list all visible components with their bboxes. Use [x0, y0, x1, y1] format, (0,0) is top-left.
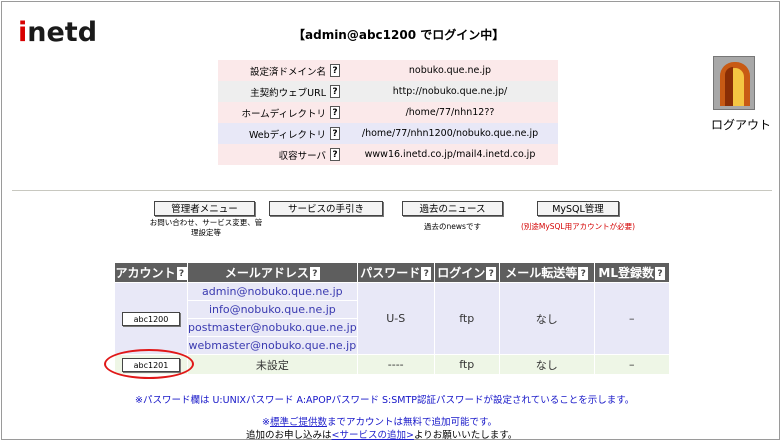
add-service-note: 追加のお申し込みは<サービスの追加>よりお願いいたします。 [246, 427, 517, 441]
password-cell: U-S [357, 283, 434, 354]
door-exit-icon[interactable] [713, 56, 755, 110]
mysql-button[interactable]: MySQL管理 [537, 201, 619, 216]
email-cell[interactable]: postmaster@nobuko.que.ne.jp [188, 319, 357, 336]
past-news-button[interactable]: 過去のニュース [402, 201, 503, 216]
info-value: nobuko.que.ne.jp [342, 60, 558, 81]
past-news-note: 過去のnewsです [424, 222, 481, 231]
header-account: アカウント? [115, 263, 187, 282]
info-value: /home/77/nhn1200/nobuko.que.ne.jp [342, 123, 558, 144]
ml-count-cell: – [594, 355, 669, 374]
help-icon[interactable]: ? [578, 267, 589, 280]
admin-menu-note-line2: 理設定等 [191, 228, 221, 237]
logo-rest: netd [27, 17, 98, 48]
email-cell[interactable]: info@nobuko.que.ne.jp [188, 301, 357, 318]
table-header-row: アカウント? メールアドレス? パスワード? ログイン? メール転送等? ML登… [115, 263, 669, 282]
info-label: ホームディレクトリ [218, 102, 328, 123]
email-cell: 未設定 [188, 355, 357, 374]
add-service-link[interactable]: <サービスの追加> [332, 430, 414, 441]
account-table: アカウント? メールアドレス? パスワード? ログイン? メール転送等? ML登… [114, 262, 670, 375]
forward-cell: なし [499, 355, 594, 374]
info-row-domain: 設定済ドメイン名 ? nobuko.que.ne.jp [218, 60, 558, 81]
info-label: 主契約ウェブURL [218, 81, 328, 102]
admin-menu-note: お問い合わせ、サービス変更、管 理設定等 [140, 218, 272, 238]
logo-first-letter: i [18, 17, 28, 48]
help-icon[interactable]: ? [330, 148, 340, 161]
admin-menu-button[interactable]: 管理者メニュー [154, 201, 255, 216]
info-value: http://nobuko.que.ne.jp/ [342, 81, 558, 102]
account-cell: abc1200 [115, 283, 187, 354]
info-label: Webディレクトリ [218, 123, 328, 144]
help-icon[interactable]: ? [176, 267, 187, 280]
admin-menu-note-line1: お問い合わせ、サービス変更、管 [149, 218, 263, 227]
header-email: メールアドレス? [188, 263, 357, 282]
help-icon[interactable]: ? [330, 64, 340, 77]
add-service-post: よりお願いいたします。 [413, 430, 518, 441]
add-service-pre: 追加のお申し込みは [246, 430, 332, 441]
help-icon[interactable]: ? [655, 267, 666, 280]
info-value: www16.inetd.co.jp/mail4.inetd.co.jp [342, 144, 558, 165]
help-icon[interactable]: ? [330, 106, 340, 119]
account-table-wrapper: アカウント? メールアドレス? パスワード? ログイン? メール転送等? ML登… [114, 262, 670, 375]
help-icon[interactable]: ? [330, 127, 340, 140]
logout-link[interactable]: ログアウト [711, 116, 771, 133]
help-icon[interactable]: ? [421, 267, 432, 280]
help-icon[interactable]: ? [309, 267, 320, 280]
door-panel [725, 67, 733, 106]
info-row-home-dir: ホームディレクトリ ? /home/77/nhn12?? [218, 102, 558, 123]
free-accounts-note: ※標準ご提供数までアカウントは無料で追加可能です。 [262, 414, 497, 428]
section-divider [12, 190, 772, 191]
inetd-logo: inetd [18, 18, 97, 48]
email-cell[interactable]: webmaster@nobuko.que.ne.jp [188, 337, 357, 354]
ml-count-cell: – [594, 283, 669, 354]
header-ml-count: ML登録数? [594, 263, 669, 282]
service-guide-button[interactable]: サービスの手引き [269, 201, 383, 216]
account-button[interactable]: abc1200 [122, 311, 180, 326]
login-status-title: 【admin@abc1200 でログイン中】 [293, 28, 505, 42]
highlight-circle [104, 349, 194, 379]
info-row-url: 主契約ウェブURL ? http://nobuko.que.ne.jp/ [218, 81, 558, 102]
account-info-table: 設定済ドメイン名 ? nobuko.que.ne.jp 主契約ウェブURL ? … [218, 60, 558, 165]
info-value: /home/77/nhn12?? [342, 102, 558, 123]
table-row: abc1200 admin@nobuko.que.ne.jp U-S ftp な… [115, 283, 669, 354]
help-icon[interactable]: ? [486, 267, 497, 280]
header-login: ログイン? [434, 263, 499, 282]
password-cell: ---- [357, 355, 434, 374]
table-row: abc1201 未設定 ---- ftp なし – [115, 355, 669, 374]
forward-cell: なし [499, 283, 594, 354]
login-cell: ftp [434, 355, 499, 374]
password-legend-note: ※パスワード欄は U:UNIXパスワード A:APOPパスワード S:SMTP認… [135, 395, 635, 406]
info-row-web-dir: Webディレクトリ ? /home/77/nhn1200/nobuko.que.… [218, 123, 558, 144]
mysql-note: (別途MySQL用アカウントが必要) [520, 222, 636, 231]
info-label: 設定済ドメイン名 [218, 60, 328, 81]
header-password: パスワード? [357, 263, 434, 282]
info-label: 収容サーバ [218, 144, 328, 165]
email-cell[interactable]: admin@nobuko.que.ne.jp [188, 283, 357, 300]
header-forward: メール転送等? [499, 263, 594, 282]
info-row-server: 収容サーバ ? www16.inetd.co.jp/mail4.inetd.co… [218, 144, 558, 165]
help-icon[interactable]: ? [330, 85, 340, 98]
login-cell: ftp [434, 283, 499, 354]
